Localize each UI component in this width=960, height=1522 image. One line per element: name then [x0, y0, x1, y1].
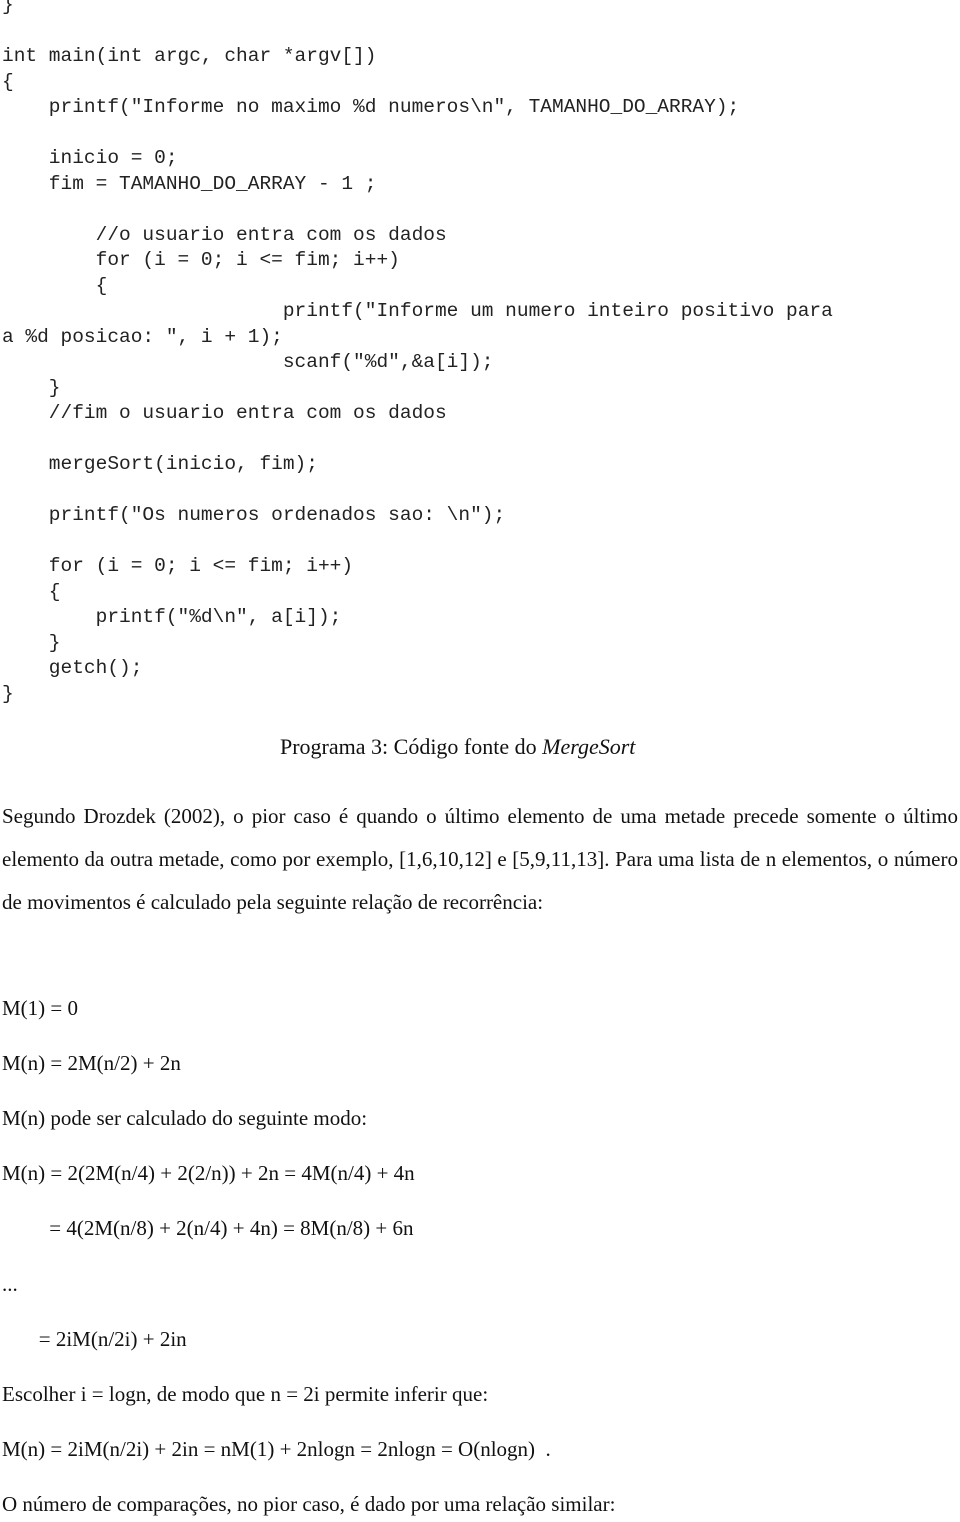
- code-line: printf("Informe no maximo %d numeros\n",…: [2, 96, 740, 118]
- code-line: {: [2, 274, 108, 297]
- code-line: int main(int argc, char *argv[]): [2, 45, 377, 67]
- equation-recurrence: M(n) = 2M(n/2) + 2n: [2, 1051, 181, 1075]
- caption-text: Programa 3: Código fonte do: [280, 734, 543, 759]
- code-line: scanf("%d",&a[i]);: [2, 351, 494, 373]
- code-line: printf("Informe um numero inteiro positi…: [2, 300, 833, 322]
- code-line: {: [2, 70, 14, 93]
- code-line: printf("%d\n", a[i]);: [2, 606, 342, 628]
- code-line: }: [2, 631, 61, 654]
- equation-base-case: M(1) = 0: [2, 996, 79, 1020]
- code-line: inicio = 0;: [2, 147, 178, 169]
- equation-intro: M(n) pode ser calculado do seguinte modo…: [2, 1106, 368, 1130]
- code-line: //o usuario entra com os dados: [2, 223, 447, 246]
- code-line: mergeSort(inicio, fim);: [2, 453, 318, 475]
- code-line: fim = TAMANHO_DO_ARRAY - 1 ;: [2, 172, 377, 195]
- code-line: //fim o usuario entra com os dados: [2, 402, 447, 424]
- equation-ellipsis: ...: [2, 1272, 18, 1296]
- code-line: printf("Os numeros ordenados sao: \n");: [2, 504, 506, 526]
- code-line: getch();: [2, 657, 143, 679]
- code-line: a %d posicao: ", i + 1);: [2, 325, 283, 348]
- code-line: {: [2, 580, 61, 603]
- comparisons-sentence: O número de comparações, no pior caso, é…: [2, 1492, 616, 1516]
- body-paragraph: Segundo Drozdek (2002), o pior caso é qu…: [2, 804, 958, 914]
- equation-step-1: M(n) = 2(2M(n/4) + 2(2/n)) + 2n = 4M(n/4…: [2, 1161, 415, 1185]
- equation-result: M(n) = 2iM(n/2i) + 2in = nM(1) + 2nlogn …: [2, 1437, 551, 1461]
- code-line: for (i = 0; i <= fim; i++): [2, 555, 354, 577]
- code-line: }: [2, 682, 14, 705]
- equation-step-2: = 4(2M(n/8) + 2(n/4) + 4n) = 8M(n/8) + 6…: [2, 1216, 414, 1240]
- equation-general: = 2iM(n/2i) + 2in: [2, 1327, 187, 1351]
- equation-choice: Escolher i = logn, de modo que n = 2i pe…: [2, 1382, 489, 1406]
- code-line: }: [2, 0, 14, 16]
- caption-italic: MergeSort: [542, 734, 636, 759]
- code-line: }: [2, 376, 61, 399]
- code-line: for (i = 0; i <= fim; i++): [2, 249, 400, 271]
- figure-caption: Programa 3: Código fonte do MergeSort: [280, 734, 635, 760]
